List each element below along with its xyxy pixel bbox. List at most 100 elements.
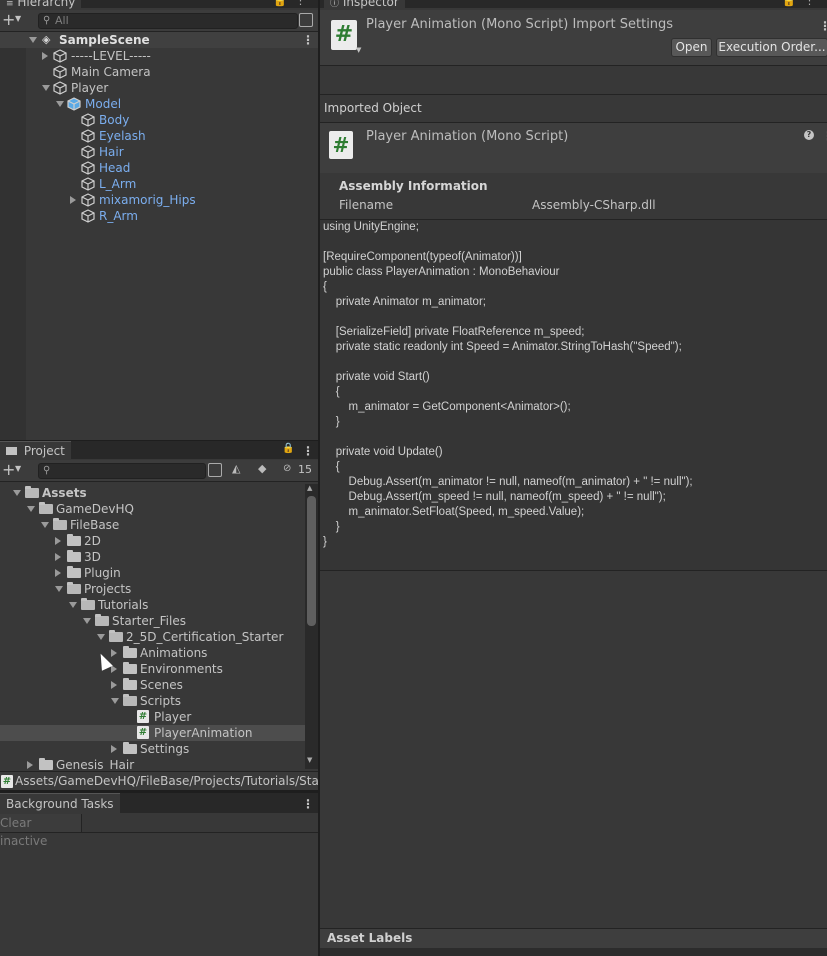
hierarchy-tab-label: Hierarchy [17,0,76,9]
filter-by-type-icon[interactable]: ◭ [232,462,240,475]
imported-object-menu-icon[interactable]: ⋮ [822,130,827,142]
project-search-input[interactable]: ⚲ [38,463,206,479]
collapsed-arrow-icon[interactable] [111,681,117,689]
execution-order-button[interactable]: Execution Order... [716,38,827,57]
project-script-item[interactable]: # Player [0,709,305,725]
expand-arrow-icon[interactable] [42,85,50,91]
project-folder-item[interactable]: Projects [0,581,305,597]
scene-name: SampleScene [59,33,150,47]
project-script-item[interactable]: # PlayerAnimation [0,725,305,741]
collapsed-arrow-icon[interactable] [55,553,61,561]
hierarchy-item[interactable]: Main Camera [0,64,318,80]
search-by-scene-icon[interactable] [208,463,222,477]
hierarchy-item[interactable]: Head [0,160,318,176]
folder-icon [123,646,137,658]
hierarchy-search-input[interactable]: ⚲ All [38,13,298,29]
hierarchy-item[interactable]: R_Arm [0,208,318,224]
collapsed-arrow-icon[interactable] [70,196,76,204]
add-icon[interactable]: + [2,10,15,29]
lock-icon[interactable]: 🔒 [282,443,294,454]
collapsed-arrow-icon[interactable] [55,569,61,577]
folder-open-icon [109,630,123,642]
project-folder-item[interactable]: Animations [0,645,305,661]
chevron-down-icon[interactable]: ▼ [15,464,21,473]
script-file-icon: # [329,131,353,159]
hierarchy-item[interactable]: Hair [0,144,318,160]
chevron-down-icon[interactable]: ▼ [356,46,361,54]
clear-inactive-button[interactable]: Clear inactive [0,814,82,848]
hierarchy-item[interactable]: Body [0,112,318,128]
project-scrollbar[interactable]: ▲ ▼ [305,484,318,769]
asset-labels-bar[interactable]: Asset Labels [320,928,827,948]
project-folder-item[interactable]: 2_5D_Certification_Starter [0,629,305,645]
inspector-lock-menu-icons[interactable]: 🔒⋮ [782,0,823,7]
project-folder-item[interactable]: GameDevHQ [0,501,305,517]
expand-arrow-icon[interactable] [69,602,77,608]
hierarchy-item[interactable]: Eyelash [0,128,318,144]
project-folder-item[interactable]: Plugin [0,565,305,581]
project-folder-item[interactable]: Assets [0,485,305,501]
hierarchy-lock-menu-icons[interactable]: 🔒⋮ [273,0,314,7]
collapsed-arrow-icon[interactable] [27,761,33,769]
collapsed-arrow-icon[interactable] [42,52,48,60]
folder-open-icon [53,518,67,530]
expand-arrow-icon[interactable] [111,698,119,704]
scroll-up-icon[interactable]: ▲ [307,484,312,492]
add-icon[interactable]: + [2,460,15,479]
hierarchy-item[interactable]: -----LEVEL----- [0,48,318,64]
hierarchy-item[interactable]: Model [0,96,318,112]
project-path: Assets/GameDevHQ/FileBase/Projects/Tutor… [15,774,318,788]
hierarchy-tab[interactable]: ≡ Hierarchy [0,0,82,9]
help-icon[interactable]: ? [804,130,814,140]
hierarchy-item[interactable]: Player [0,80,318,96]
filter-by-label-icon[interactable]: ◆ [258,462,266,475]
scene-search-icon[interactable] [299,13,313,27]
expand-arrow-icon[interactable] [56,101,64,107]
collapsed-arrow-icon[interactable] [111,665,117,673]
expand-arrow-icon[interactable] [13,490,21,496]
imported-object-header: # Player Animation (Mono Script) ? ⋮ [320,123,827,173]
asset-labels-label: Asset Labels [327,931,413,945]
project-folder-item[interactable]: FileBase [0,517,305,533]
scene-menu-icon[interactable]: ⋮ [302,34,314,46]
collapsed-arrow-icon[interactable] [55,537,61,545]
folder-open-icon [123,694,137,706]
hierarchy-toolbar: + ▼ ⚲ All [0,10,318,32]
expand-arrow-icon[interactable] [41,522,49,528]
gameobject-cube-icon [81,145,95,159]
collapsed-arrow-icon[interactable] [111,649,117,657]
project-folder-item[interactable]: Settings [0,741,305,757]
project-folder-item[interactable]: Scenes [0,677,305,693]
hierarchy-item-label: -----LEVEL----- [71,49,151,63]
expand-arrow-icon[interactable] [29,37,37,43]
hierarchy-item[interactable]: mixamorig_Hips [0,192,318,208]
expand-arrow-icon[interactable] [97,634,105,640]
inspector-tab[interactable]: ⓘ Inspector [324,0,405,9]
project-folder-item[interactable]: Tutorials [0,597,305,613]
open-button[interactable]: Open [671,38,712,57]
project-tab[interactable]: Project [0,441,71,459]
hidden-count: 15 [298,463,312,476]
hierarchy-item[interactable]: L_Arm [0,176,318,192]
project-folder-item[interactable]: Scripts [0,693,305,709]
hidden-packages-icon[interactable]: ⊘ [283,463,291,474]
project-item-label: Settings [140,742,190,756]
background-tasks-tab[interactable]: Background Tasks [0,793,120,813]
expand-arrow-icon[interactable] [83,618,91,624]
project-folder-item[interactable]: 3D [0,549,305,565]
project-folder-item[interactable]: Starter_Files [0,613,305,629]
expand-arrow-icon[interactable] [27,506,35,512]
search-icon: ⚲ [43,465,51,476]
chevron-down-icon[interactable]: ▼ [15,14,21,23]
scroll-down-icon[interactable]: ▼ [307,756,312,764]
gameobject-cube-icon [81,161,95,175]
scene-row[interactable]: ◈ SampleScene ⋮ [0,32,318,48]
project-folder-item[interactable]: Environments [0,661,305,677]
project-folder-item[interactable]: 2D [0,533,305,549]
collapsed-arrow-icon[interactable] [111,745,117,753]
inspector-header-menu-icon[interactable]: ⋮ [819,20,827,32]
expand-arrow-icon[interactable] [55,586,63,592]
project-menu-icon[interactable]: ⋮ [302,445,314,457]
project-scrollbar-thumb[interactable] [307,496,316,626]
background-tasks-menu-icon[interactable]: ⋮ [302,798,314,810]
